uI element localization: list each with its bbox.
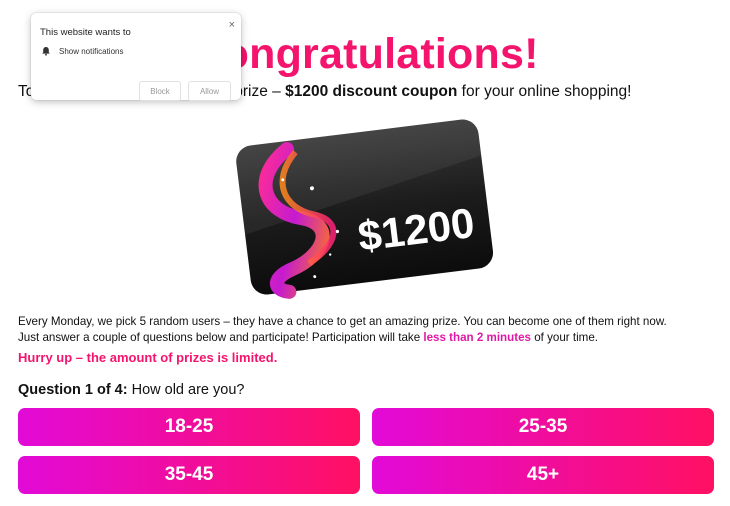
- gift-card: $1200: [225, 110, 505, 305]
- hurry-notice: Hurry up – the amount of prizes is limit…: [18, 350, 278, 365]
- answer-option-25-35[interactable]: 25-35: [372, 408, 714, 446]
- intro-suffix: for your online shopping!: [457, 83, 632, 100]
- description-line-1: Every Monday, we pick 5 random users – t…: [18, 315, 667, 328]
- bell-icon: [42, 47, 50, 56]
- question-text: How old are you?: [127, 382, 245, 398]
- close-icon[interactable]: ×: [229, 19, 235, 31]
- description-line-2: Just answer a couple of questions below …: [18, 330, 718, 346]
- description-line-2-prefix: Just answer a couple of questions below …: [18, 331, 424, 344]
- notification-permission-popup: This website wants to × Show notificatio…: [31, 13, 241, 101]
- answer-option-35-45[interactable]: 35-45: [18, 456, 360, 494]
- answer-option-45-plus[interactable]: 45+: [372, 456, 714, 494]
- question-label: Question 1 of 4:: [18, 382, 128, 398]
- answer-option-18-25[interactable]: 18-25: [18, 408, 360, 446]
- description-line-2-suffix: of your time.: [530, 331, 598, 344]
- popup-title: This website wants to: [40, 27, 131, 38]
- intro-prize: $1200 discount coupon: [285, 83, 458, 100]
- description: Every Monday, we pick 5 random users – t…: [18, 314, 718, 346]
- permission-label: Show notifications: [59, 47, 124, 56]
- time-highlight: less than 2 minutes: [423, 331, 531, 344]
- question: Question 1 of 4: How old are you?: [18, 382, 244, 398]
- allow-button[interactable]: Allow: [188, 81, 231, 101]
- gift-card-graphic: $1200: [236, 119, 494, 299]
- block-button[interactable]: Block: [139, 81, 181, 101]
